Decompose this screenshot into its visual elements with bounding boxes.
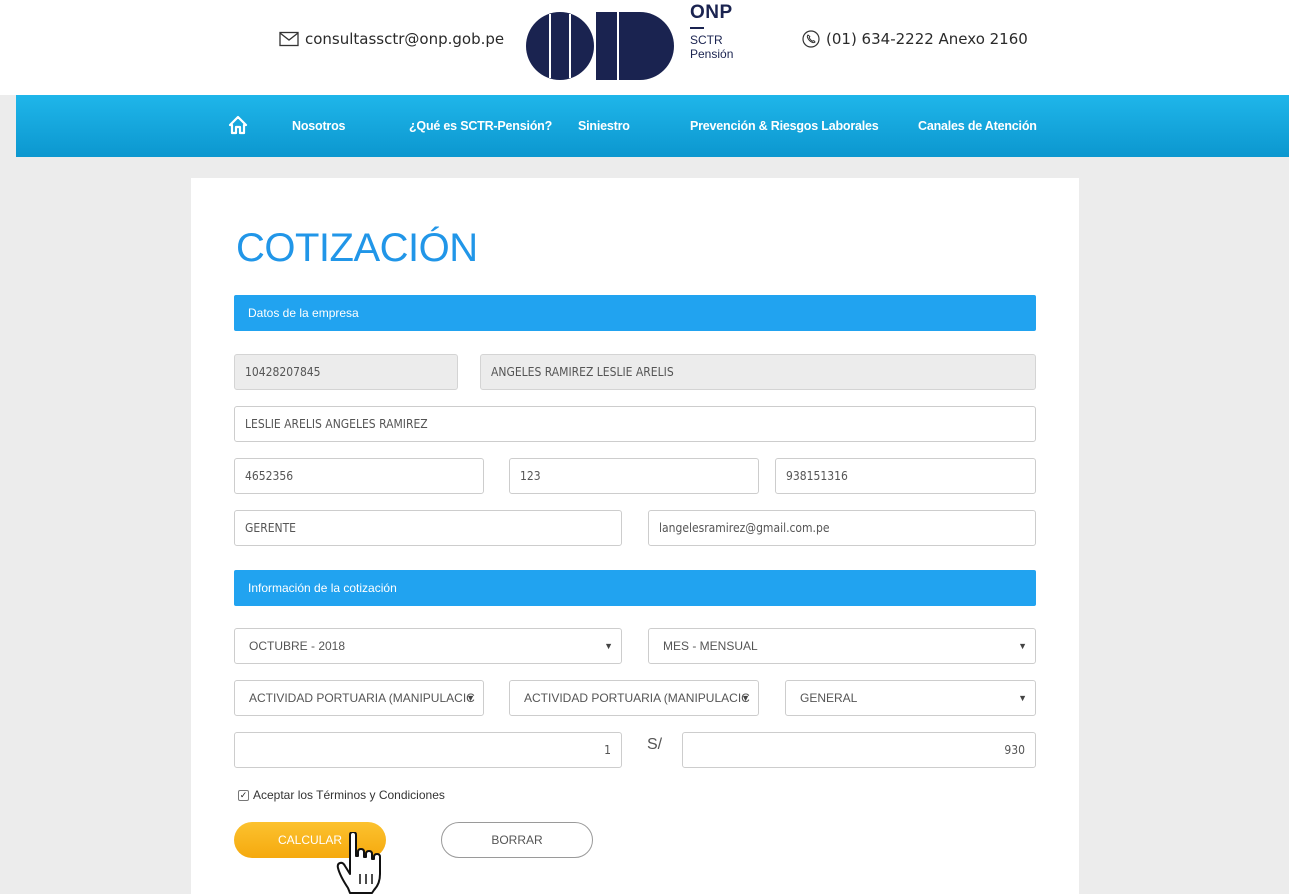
currency-label: S/ <box>647 736 663 753</box>
workers-count-field[interactable]: 1 <box>234 732 622 768</box>
ruc-field[interactable]: 10428207845 <box>234 354 458 390</box>
logo-pension: Pensión <box>690 46 734 61</box>
activity-select-2[interactable]: ACTIVIDAD PORTUARIA (MANIPULACIC ▼ <box>509 680 759 716</box>
company-name-field[interactable]: ANGELES RAMIREZ LESLIE ARELIS <box>480 354 1036 390</box>
category-select[interactable]: GENERAL ▼ <box>785 680 1036 716</box>
section-header-company: Datos de la empresa <box>234 295 1036 331</box>
chevron-down-icon: ▼ <box>466 693 475 703</box>
onp-logo[interactable] <box>524 10 674 87</box>
contact-email-link[interactable]: consultassctr@onp.gob.pe <box>279 30 504 48</box>
contact-phone-link[interactable]: (01) 634-2222 Anexo 2160 <box>802 30 1028 48</box>
logo-divider <box>690 27 704 29</box>
mobile-field[interactable]: 938151316 <box>775 458 1036 494</box>
frequency-select[interactable]: MES - MENSUAL ▼ <box>648 628 1036 664</box>
top-header: consultassctr@onp.gob.pe ONP SCTR Pensió… <box>0 0 1289 95</box>
terms-checkbox[interactable]: ✓ <box>238 789 249 801</box>
terms-label: Aceptar los Términos y Condiciones <box>253 788 445 802</box>
activity-select-2-value: ACTIVIDAD PORTUARIA (MANIPULACIC <box>524 691 750 705</box>
contact-name-field[interactable]: LESLIE ARELIS ANGELES RAMIREZ <box>234 406 1036 442</box>
position-field[interactable]: GERENTE <box>234 510 622 546</box>
nav-item-siniestro[interactable]: Siniestro <box>578 119 630 133</box>
clear-button[interactable]: BORRAR <box>441 822 593 858</box>
envelope-icon <box>279 31 299 47</box>
nav-item-nosotros[interactable]: Nosotros <box>292 119 345 133</box>
nav-item-prevencion[interactable]: Prevención & Riesgos Laborales <box>690 119 879 133</box>
email-field[interactable]: langelesramirez@gmail.com.pe <box>648 510 1036 546</box>
logo-sctr: SCTR <box>690 32 723 47</box>
activity-select-1[interactable]: ACTIVIDAD PORTUARIA (MANIPULACIC ▼ <box>234 680 484 716</box>
section-header-quote: Información de la cotización <box>234 570 1036 606</box>
hand-pointer-icon <box>336 832 381 894</box>
onp-logo-icon <box>526 12 674 80</box>
amount-field[interactable]: 930 <box>682 732 1036 768</box>
phone-field[interactable]: 4652356 <box>234 458 484 494</box>
contact-email-text: consultassctr@onp.gob.pe <box>305 30 505 48</box>
nav-item-que-es-sctr[interactable]: ¿Qué es SCTR-Pensión? <box>409 119 552 133</box>
home-icon <box>228 115 248 135</box>
period-select[interactable]: OCTUBRE - 2018 ▼ <box>234 628 622 664</box>
category-select-value: GENERAL <box>800 691 858 705</box>
frequency-select-value: MES - MENSUAL <box>663 639 758 653</box>
chevron-down-icon: ▼ <box>1018 641 1027 651</box>
main-navbar: Nosotros ¿Qué es SCTR-Pensión? Siniestro… <box>16 95 1289 157</box>
chevron-down-icon: ▼ <box>604 641 613 651</box>
nav-item-canales[interactable]: Canales de Atención <box>918 119 1037 133</box>
page-title: COTIZACIÓN <box>236 226 478 270</box>
nav-home-button[interactable] <box>228 115 248 140</box>
phone-icon <box>802 30 820 48</box>
period-select-value: OCTUBRE - 2018 <box>249 639 346 653</box>
annex-field[interactable]: 123 <box>509 458 759 494</box>
chevron-down-icon: ▼ <box>1018 693 1027 703</box>
logo-onp: ONP <box>690 2 733 23</box>
chevron-down-icon: ▼ <box>741 693 750 703</box>
terms-checkbox-row[interactable]: ✓ Aceptar los Términos y Condiciones <box>238 788 445 802</box>
contact-phone-text: (01) 634-2222 Anexo 2160 <box>826 30 1028 48</box>
activity-select-1-value: ACTIVIDAD PORTUARIA (MANIPULACIC <box>249 691 475 705</box>
onp-logo-text: ONP SCTR Pensión <box>690 2 733 61</box>
